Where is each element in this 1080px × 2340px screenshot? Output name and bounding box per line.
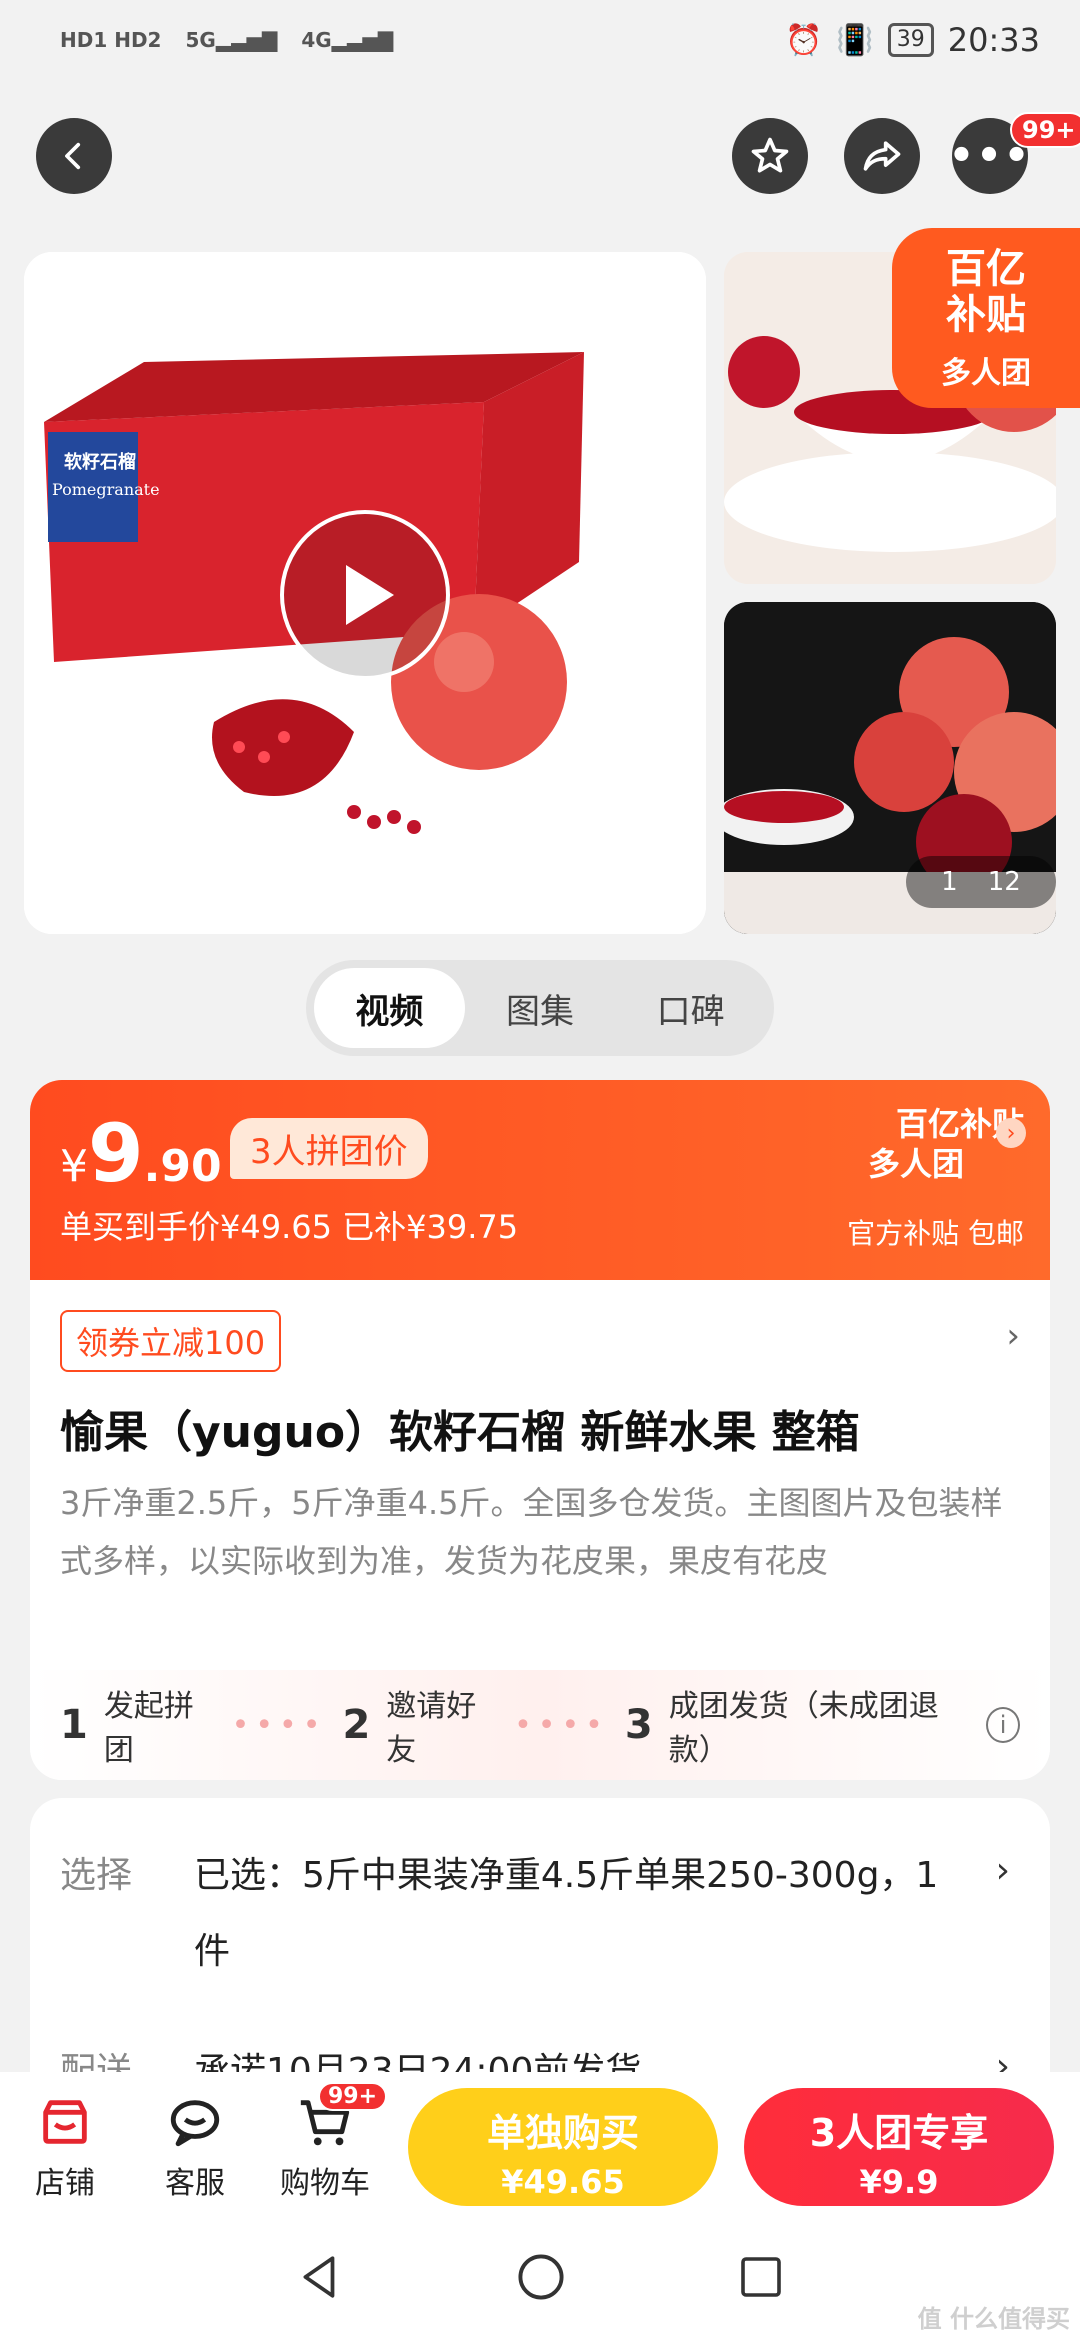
star-icon bbox=[751, 137, 789, 173]
cart-label: 购物车 bbox=[280, 2166, 370, 2201]
signal-4g-icon: 4G▂▃▅▇ bbox=[301, 28, 394, 52]
step-2-label: 邀请好友 bbox=[386, 1689, 477, 1768]
step-3-number: 3 bbox=[624, 1702, 653, 1748]
price-banner[interactable]: ¥ 9 .90 3人拼团价 单买到手价¥49.65 已补¥39.75 百亿补贴 … bbox=[30, 1080, 1050, 1280]
subsidy-logo-line2: 多人团 bbox=[867, 1145, 964, 1183]
watermark: 值 什么值得买 bbox=[917, 2305, 1070, 2333]
single-price-line: 单买到手价¥49.65 已补¥39.75 bbox=[60, 1208, 519, 1246]
chevron-right-icon[interactable]: › bbox=[996, 1850, 1010, 1891]
nav-home-icon[interactable] bbox=[515, 2251, 567, 2303]
bottom-action-bar: 店铺 客服 购物车 99+ 单独购买 ¥49.65 3人团专享 ¥9.9 bbox=[0, 2072, 1080, 2214]
step-2-number: 2 bbox=[342, 1702, 371, 1748]
product-info-card: ¥ 9 .90 3人拼团价 单买到手价¥49.65 已补¥39.75 百亿补贴 … bbox=[30, 1080, 1050, 1780]
gallery-counter-total: 12 bbox=[987, 867, 1021, 897]
status-right: ⏰ 📳 39 20:33 bbox=[785, 21, 1040, 59]
step-dots: •••• bbox=[231, 1707, 327, 1743]
product-title: 愉果（yuguo）软籽石榴 新鲜水果 整箱 bbox=[60, 1407, 860, 1458]
select-label: 选择 bbox=[60, 1855, 133, 1896]
group-price-tag: 3人拼团价 bbox=[230, 1118, 428, 1179]
cart-badge: 99+ bbox=[318, 2082, 388, 2111]
battery-icon: 39 bbox=[887, 23, 934, 57]
price-decimal: .90 bbox=[143, 1141, 222, 1192]
shop-button[interactable]: 店铺 bbox=[10, 2090, 120, 2202]
signal-5g-icon: 5G▂▃▅▇ bbox=[185, 28, 278, 52]
chat-icon bbox=[140, 2090, 250, 2154]
buy-single-label: 单独购买 bbox=[486, 2111, 639, 2155]
buy-group-button[interactable]: 3人团专享 ¥9.9 bbox=[744, 2088, 1054, 2206]
price-integer: 9 bbox=[88, 1107, 144, 1200]
product-description: 3斤净重2.5斤，5斤净重4.5斤。全国多仓发货。主图图片及包装样式多样，以实际… bbox=[60, 1484, 1003, 1580]
gallery-counter: 1 12 bbox=[906, 856, 1056, 908]
play-icon[interactable] bbox=[280, 510, 450, 680]
promo-tag-line2: 补贴 bbox=[946, 292, 1026, 338]
promo-tag-line1: 百亿 bbox=[946, 246, 1026, 292]
subsidy-logo: 百亿补贴 多人团 官方补贴 包邮 › bbox=[847, 1104, 1026, 1252]
clock: 20:33 bbox=[947, 21, 1040, 59]
buy-group-label: 3人团专享 bbox=[809, 2111, 989, 2155]
step-3-label: 成团发货（未成团退款） bbox=[668, 1689, 939, 1768]
store-icon bbox=[10, 2090, 120, 2154]
service-label: 客服 bbox=[165, 2166, 225, 2201]
more-badge: 99+ bbox=[1010, 112, 1080, 148]
coupon-badge[interactable]: 领券立减100 bbox=[60, 1310, 282, 1372]
vibrate-icon: 📳 bbox=[836, 22, 874, 58]
alarm-icon: ⏰ bbox=[785, 22, 823, 58]
share-button[interactable] bbox=[844, 118, 920, 194]
price-currency: ¥ bbox=[60, 1141, 88, 1192]
buy-group-price: ¥9.9 bbox=[859, 2163, 939, 2201]
box-brand-label-en: Pomegranate bbox=[52, 480, 160, 499]
chevron-right-icon: › bbox=[996, 1118, 1026, 1148]
service-button[interactable]: 客服 bbox=[140, 2090, 250, 2202]
buy-single-price: ¥49.65 bbox=[501, 2163, 625, 2201]
shop-label: 店铺 bbox=[35, 2166, 95, 2201]
buy-single-button[interactable]: 单独购买 ¥49.65 bbox=[408, 2088, 718, 2206]
status-bar: HD1 HD2 5G▂▃▅▇ 4G▂▃▅▇ ⏰ 📳 39 20:33 bbox=[0, 0, 1080, 80]
product-page: HD1 HD2 5G▂▃▅▇ 4G▂▃▅▇ ⏰ 📳 39 20:33 ••• 9… bbox=[0, 0, 1080, 2340]
nav-recents-icon[interactable] bbox=[737, 2253, 785, 2301]
step-1-number: 1 bbox=[60, 1702, 88, 1748]
nav-back-icon[interactable] bbox=[295, 2252, 345, 2302]
tab-reviews[interactable]: 口碑 bbox=[615, 968, 766, 1048]
tab-video[interactable]: 视频 bbox=[314, 968, 465, 1048]
chevron-right-icon[interactable]: › bbox=[1006, 1316, 1020, 1356]
subsidy-promo-tag: 百亿 补贴 多人团 bbox=[892, 228, 1080, 408]
favorite-button[interactable] bbox=[732, 118, 808, 194]
step-1-label: 发起拼团 bbox=[103, 1689, 194, 1768]
main-product-video[interactable]: 软籽石榴 Pomegranate bbox=[24, 252, 706, 934]
promo-tag-line3: 多人团 bbox=[941, 356, 1031, 391]
tab-gallery[interactable]: 图集 bbox=[465, 968, 616, 1048]
step-dots: •••• bbox=[514, 1707, 609, 1743]
group-price: ¥ 9 .90 bbox=[60, 1114, 222, 1194]
select-value[interactable]: 已选：5斤中果装净重4.5斤单果250-300g，1件 bbox=[194, 1838, 974, 1990]
subsidy-subtext: 官方补贴 包邮 bbox=[847, 1217, 1024, 1250]
more-dots-icon: ••• bbox=[948, 133, 1032, 179]
back-button[interactable] bbox=[36, 118, 112, 194]
box-brand-label: 软籽石榴 bbox=[64, 452, 136, 473]
hd-indicator: HD1 HD2 bbox=[60, 28, 162, 52]
share-icon bbox=[863, 141, 901, 171]
chevron-left-icon bbox=[65, 142, 81, 170]
gallery-counter-current: 1 bbox=[941, 867, 958, 897]
group-steps: 1 发起拼团 •••• 2 邀请好友 •••• 3 成团发货（未成团退款） i bbox=[30, 1670, 1050, 1780]
signal-indicators: HD1 HD2 5G▂▃▅▇ 4G▂▃▅▇ bbox=[60, 28, 393, 52]
media-tabs: 视频 图集 口碑 bbox=[306, 960, 774, 1056]
info-icon[interactable]: i bbox=[986, 1707, 1020, 1743]
